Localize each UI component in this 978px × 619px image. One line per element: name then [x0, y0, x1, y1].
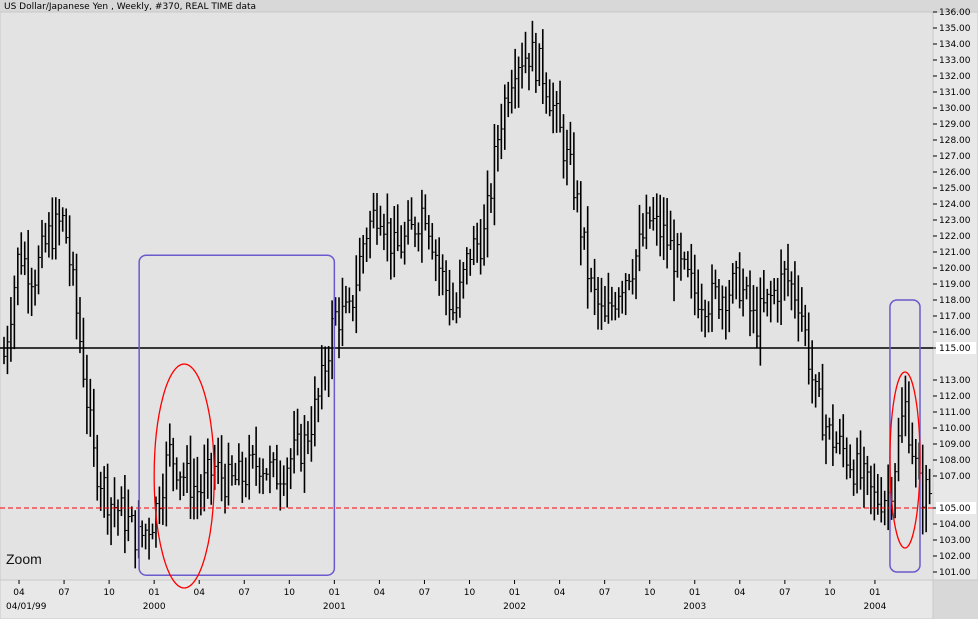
y-tick-label: 122.00 — [939, 232, 971, 242]
y-tick-label: 132.00 — [939, 72, 971, 82]
x-tick-label: 10 — [103, 588, 115, 598]
y-tick-label: 123.00 — [939, 216, 971, 226]
y-tick-label: 130.00 — [939, 104, 971, 114]
x-tick-label: 07 — [599, 588, 610, 598]
x-tick-label: 10 — [464, 588, 476, 598]
x-tick-label: 01 — [689, 588, 700, 598]
y-tick-label: 118.00 — [939, 296, 971, 306]
zoom-label: Zoom — [6, 551, 42, 567]
x-tick-label: 04 — [554, 588, 566, 598]
x-year-label: 04/01/99 — [6, 602, 47, 612]
pivot-level-label: 115.00 — [939, 344, 971, 354]
x-tick-label: 01 — [329, 588, 340, 598]
y-tick-label: 134.00 — [939, 40, 971, 50]
x-tick-label: 01 — [869, 588, 880, 598]
x-tick-label: 07 — [779, 588, 790, 598]
y-tick-label: 125.00 — [939, 184, 971, 194]
time-axis-panel — [0, 579, 934, 619]
y-tick-label: 119.00 — [939, 280, 971, 290]
usdjpy-weekly-chart: US Dollar/Japanese Yen , Weekly, #370, R… — [0, 0, 978, 619]
y-tick-label: 112.00 — [939, 392, 971, 402]
y-tick-label: 108.00 — [939, 456, 971, 466]
y-tick-label: 133.00 — [939, 56, 971, 66]
x-tick-label: 10 — [284, 588, 296, 598]
y-tick-label: 121.00 — [939, 248, 971, 258]
x-tick-label: 04 — [734, 588, 746, 598]
support-level-label: 105.00 — [939, 504, 971, 514]
x-tick-label: 04 — [374, 588, 386, 598]
x-year-label: 2001 — [323, 602, 346, 612]
y-tick-label: 120.00 — [939, 264, 971, 274]
y-tick-label: 128.00 — [939, 136, 971, 146]
y-tick-label: 103.00 — [939, 536, 971, 546]
y-tick-label: 101.00 — [939, 568, 971, 578]
chart-title: US Dollar/Japanese Yen , Weekly, #370, R… — [4, 2, 256, 12]
x-tick-label: 07 — [58, 588, 69, 598]
y-tick-label: 111.00 — [939, 408, 971, 418]
x-year-label: 2003 — [683, 602, 706, 612]
y-tick-label: 136.00 — [939, 8, 971, 18]
y-tick-label: 110.00 — [939, 424, 971, 434]
y-tick-label: 107.00 — [939, 472, 971, 482]
y-tick-label: 102.00 — [939, 552, 971, 562]
y-tick-label: 104.00 — [939, 520, 971, 530]
y-tick-label: 113.00 — [939, 376, 971, 386]
x-year-label: 2004 — [863, 602, 886, 612]
y-tick-label: 124.00 — [939, 200, 971, 210]
x-year-label: 2002 — [503, 602, 526, 612]
y-tick-label: 116.00 — [939, 328, 971, 338]
x-tick-label: 07 — [419, 588, 430, 598]
y-tick-label: 127.00 — [939, 152, 971, 162]
y-tick-label: 117.00 — [939, 312, 971, 322]
y-tick-label: 109.00 — [939, 440, 971, 450]
x-tick-label: 01 — [509, 588, 520, 598]
x-year-label: 2000 — [143, 602, 166, 612]
x-tick-label: 10 — [824, 588, 836, 598]
y-tick-label: 135.00 — [939, 24, 971, 34]
x-tick-label: 01 — [148, 588, 159, 598]
x-tick-label: 04 — [13, 588, 25, 598]
y-tick-label: 131.00 — [939, 88, 971, 98]
x-tick-label: 10 — [644, 588, 656, 598]
y-tick-label: 126.00 — [939, 168, 971, 178]
y-tick-label: 129.00 — [939, 120, 971, 130]
x-tick-label: 07 — [239, 588, 250, 598]
plot-area — [0, 11, 934, 581]
x-tick-label: 04 — [193, 588, 205, 598]
